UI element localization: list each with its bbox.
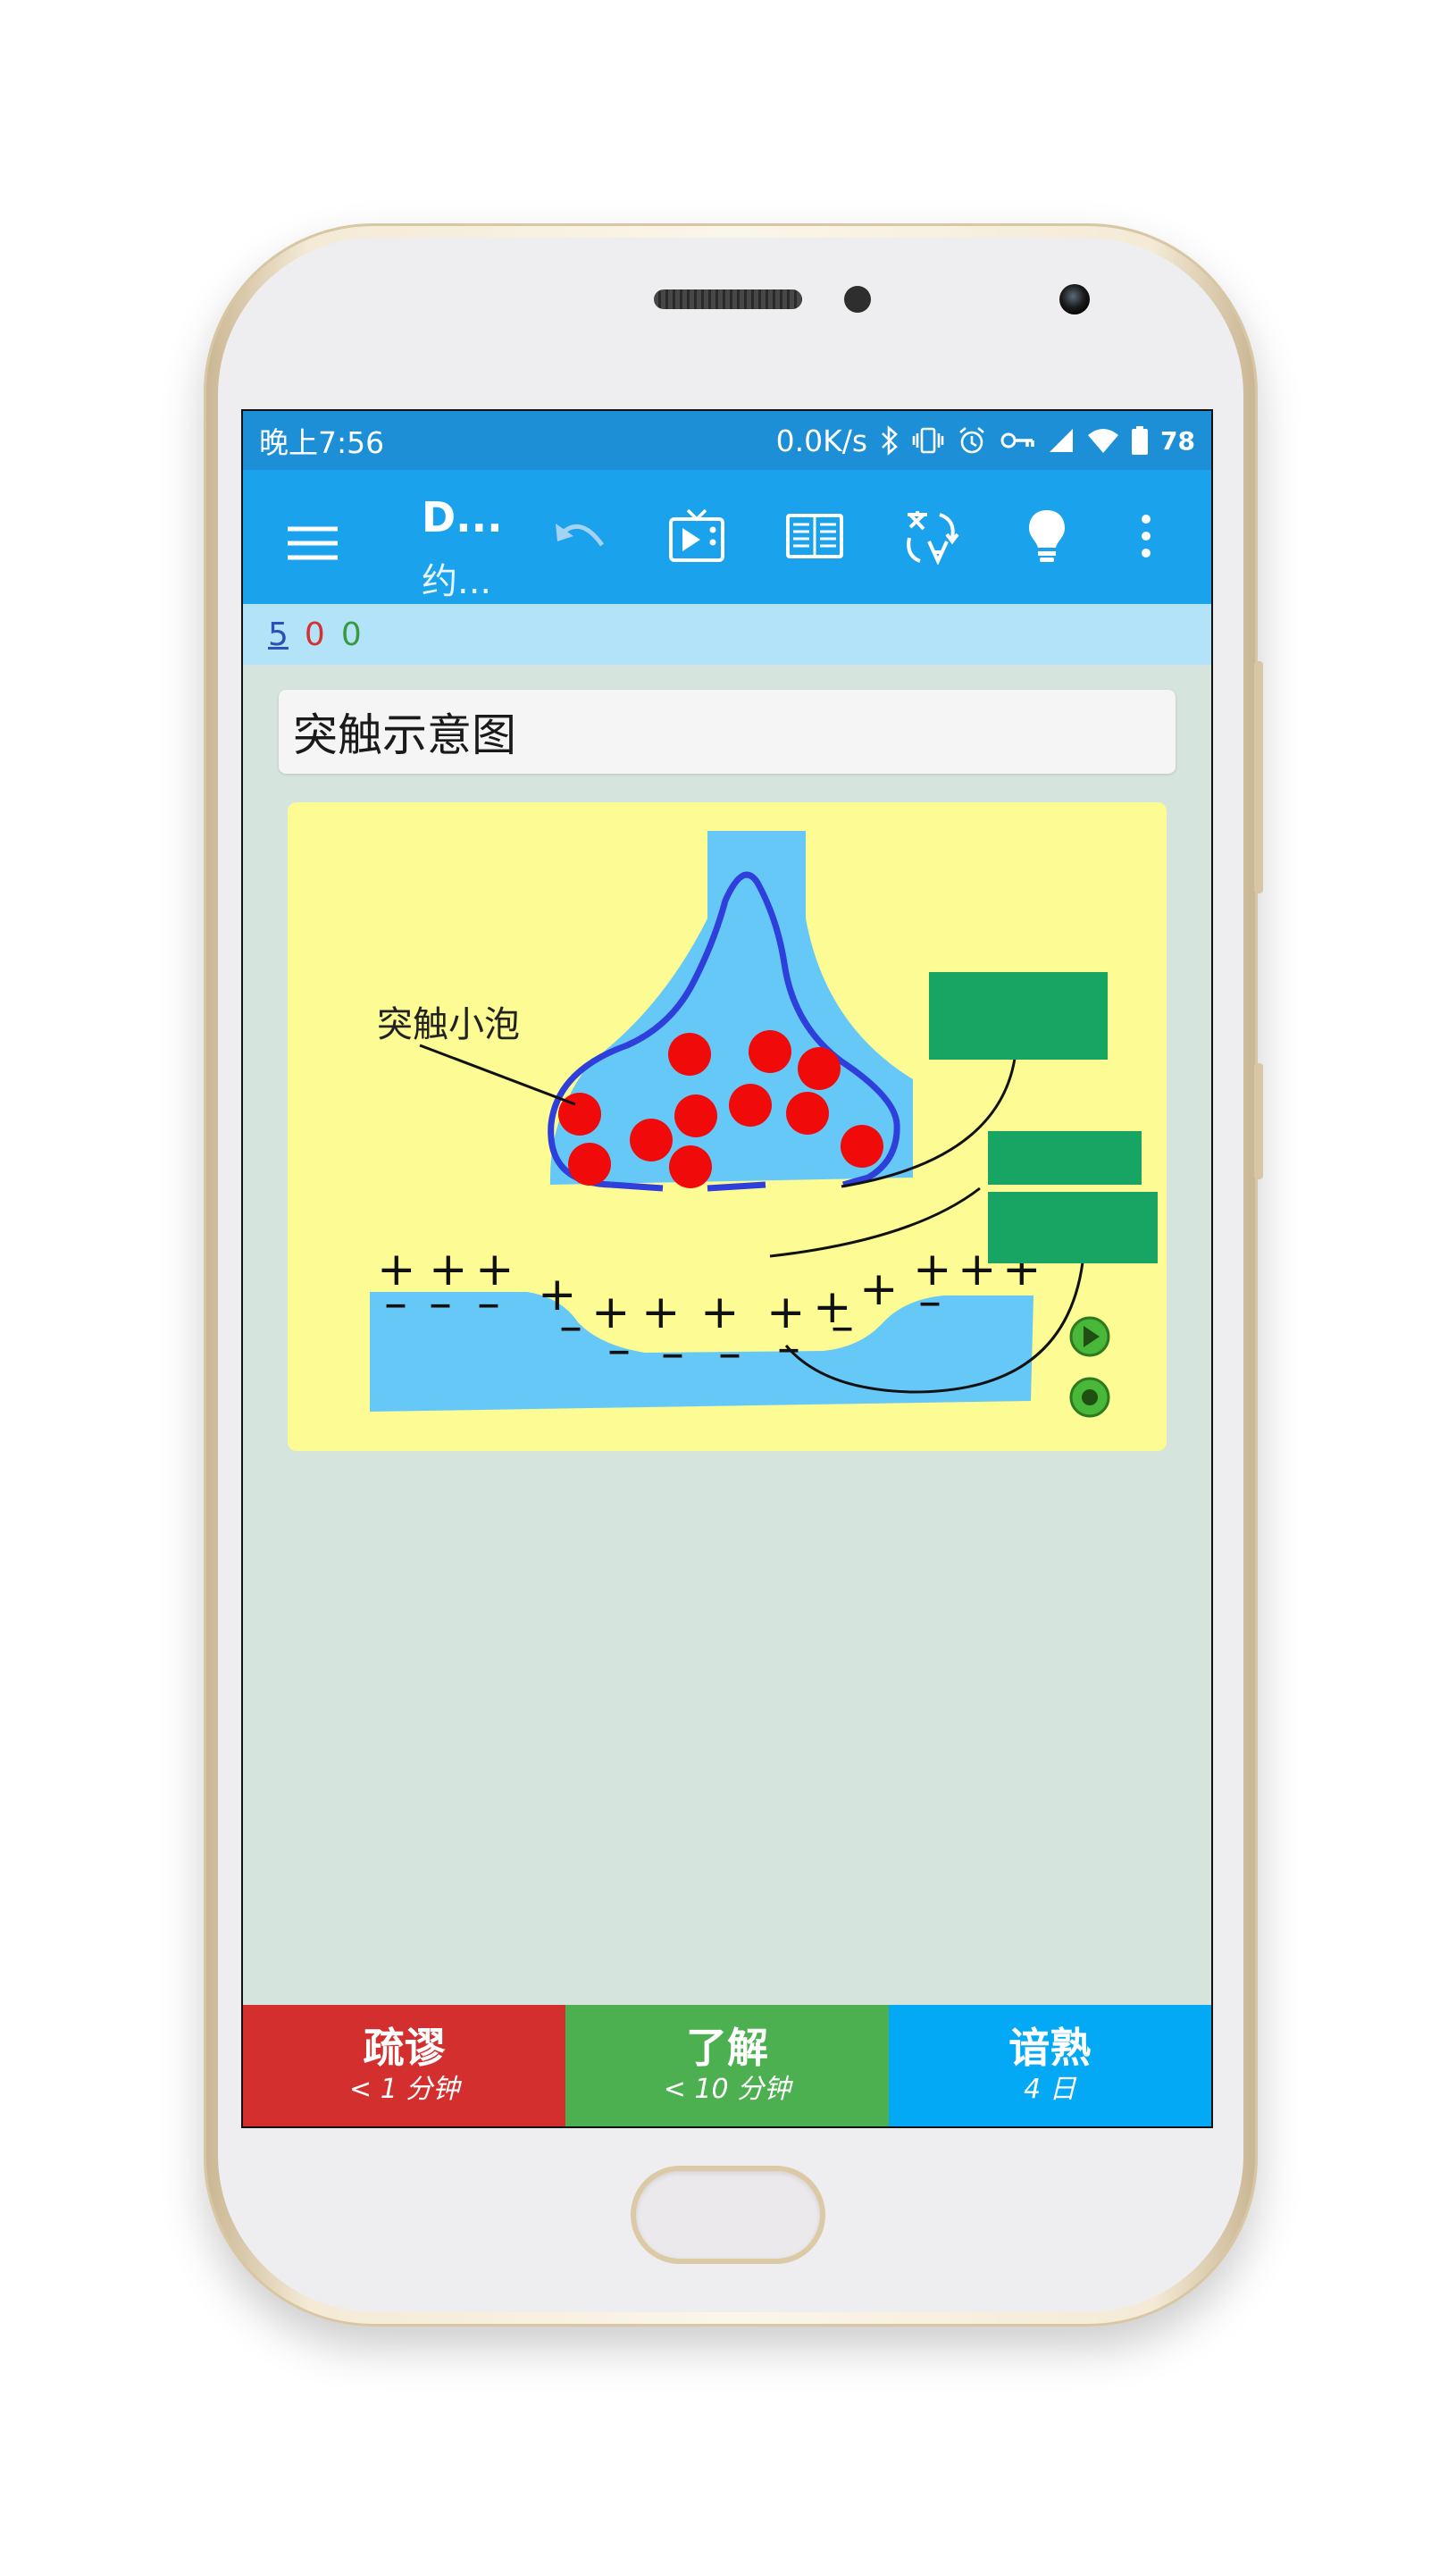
net-speed: 0.0K/s bbox=[775, 423, 868, 458]
overflow-menu-button[interactable] bbox=[1115, 495, 1177, 581]
plus-charge: + bbox=[859, 1262, 899, 1316]
battery-level: 78 bbox=[1160, 425, 1195, 456]
easy-button[interactable]: 谙熟 4 日 bbox=[888, 2005, 1211, 2126]
vibrate-icon bbox=[912, 423, 944, 458]
play-audio-button[interactable] bbox=[1069, 1316, 1110, 1357]
power-button bbox=[1254, 1063, 1263, 1179]
deck-title[interactable]: D... bbox=[422, 493, 503, 541]
menu-button[interactable] bbox=[243, 495, 338, 581]
card-browser-icon bbox=[786, 514, 843, 562]
overflow-icon bbox=[1140, 514, 1152, 562]
screen: 晚上7:56 0.0K/s 78 D... 约... 5 0 0 突触示意图 突… bbox=[241, 409, 1213, 2128]
synapse-figure: 突触小泡 + + + + + + + + + + + + + – – – – –… bbox=[288, 802, 1167, 1451]
easy-interval: 4 日 bbox=[1024, 2073, 1076, 2105]
deck-subtitle[interactable]: 约... bbox=[422, 552, 491, 604]
home-button[interactable] bbox=[631, 2166, 825, 2264]
again-interval: < 1 分钟 bbox=[349, 2073, 460, 2105]
occlusion-box-3[interactable] bbox=[988, 1192, 1158, 1263]
question-text: 突触示意图 bbox=[279, 690, 1176, 774]
alarm-icon bbox=[957, 423, 987, 458]
easy-label: 谙熟 bbox=[1008, 2024, 1092, 2073]
replay-audio-button[interactable] bbox=[1069, 1377, 1110, 1418]
menu-icon bbox=[288, 525, 338, 565]
again-label: 疏谬 bbox=[363, 2024, 446, 2073]
vesicle-label: 突触小泡 bbox=[377, 1004, 520, 1044]
occlusion-box-2[interactable] bbox=[988, 1131, 1142, 1185]
page: 晚上7:56 0.0K/s 78 D... 约... 5 0 0 突触示意图 突… bbox=[0, 0, 1456, 2549]
learning-count: 0 bbox=[304, 616, 325, 653]
translate-button[interactable] bbox=[893, 495, 968, 581]
bluetooth-icon bbox=[880, 423, 900, 458]
media-button[interactable] bbox=[659, 495, 734, 581]
volume-button bbox=[1254, 661, 1263, 893]
vpn-key-icon bbox=[1000, 423, 1035, 458]
minus-charge: – bbox=[559, 1300, 582, 1354]
card-browser-button[interactable] bbox=[777, 495, 852, 581]
status-bar: 晚上7:56 0.0K/s 78 bbox=[243, 411, 1211, 470]
minus-charge: – bbox=[429, 1277, 452, 1330]
card-counts: 5 0 0 bbox=[243, 604, 1211, 665]
translate-icon bbox=[902, 507, 959, 568]
proximity-sensor bbox=[844, 286, 871, 313]
minus-charge: – bbox=[918, 1275, 941, 1329]
lightbulb-button[interactable] bbox=[1009, 495, 1084, 581]
lightbulb-icon bbox=[1027, 508, 1067, 567]
minus-charge: – bbox=[607, 1323, 631, 1377]
again-button[interactable]: 疏谬 < 1 分钟 bbox=[243, 2005, 566, 2126]
status-time: 晚上7:56 bbox=[259, 425, 385, 460]
minus-charge: – bbox=[831, 1300, 854, 1354]
review-count: 0 bbox=[340, 616, 362, 653]
battery-icon bbox=[1132, 423, 1149, 458]
toolbar: D... 约... bbox=[243, 470, 1211, 604]
minus-charge: – bbox=[384, 1277, 407, 1330]
media-icon bbox=[668, 508, 725, 567]
undo-icon bbox=[554, 518, 607, 558]
status-icons: 0.0K/s 78 bbox=[776, 423, 1195, 458]
minus-charge: – bbox=[661, 1327, 684, 1380]
minus-charge: – bbox=[477, 1277, 500, 1330]
good-label: 了解 bbox=[685, 2024, 768, 2073]
undo-button[interactable] bbox=[543, 495, 618, 581]
signal-icon bbox=[1048, 423, 1075, 458]
occlusion-box-1[interactable] bbox=[929, 972, 1108, 1060]
good-interval: < 10 分钟 bbox=[663, 2073, 791, 2105]
minus-charge: – bbox=[777, 1321, 800, 1375]
front-camera bbox=[1059, 284, 1090, 314]
good-button[interactable]: 了解 < 10 分钟 bbox=[565, 2005, 889, 2126]
answer-buttons: 疏谬 < 1 分钟 了解 < 10 分钟 谙熟 4 日 bbox=[243, 2005, 1211, 2126]
new-count: 5 bbox=[268, 616, 289, 653]
minus-charge: – bbox=[718, 1327, 741, 1380]
wifi-icon bbox=[1087, 423, 1119, 458]
earpiece bbox=[654, 289, 802, 309]
